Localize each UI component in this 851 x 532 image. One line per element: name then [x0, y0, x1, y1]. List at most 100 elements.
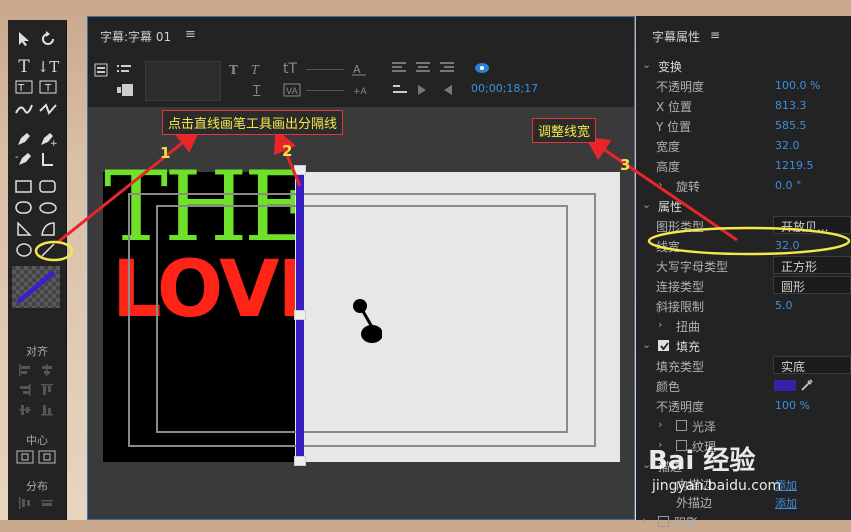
- miter-limit-value[interactable]: 5.0: [775, 299, 793, 312]
- font-family-select[interactable]: [145, 61, 221, 101]
- center-section-label: 中心: [26, 434, 48, 447]
- ellipse-tool-icon[interactable]: [13, 199, 35, 217]
- chevron-down-icon[interactable]: ⌄: [642, 58, 651, 71]
- vertical-area-type-tool-icon[interactable]: T: [37, 78, 59, 96]
- rounded-rectangle-tool-icon[interactable]: [37, 178, 59, 196]
- font-size-icon[interactable]: tT: [283, 61, 297, 77]
- svg-text:T: T: [17, 83, 25, 94]
- bold-icon[interactable]: T: [229, 63, 238, 77]
- tab-stops-icon[interactable]: [116, 63, 134, 80]
- show-background-icon[interactable]: [416, 83, 430, 100]
- tracking-icon[interactable]: +A: [351, 83, 369, 100]
- chevron-down-icon[interactable]: ⌄: [642, 198, 651, 211]
- align-top-icon[interactable]: [40, 383, 54, 397]
- align-section-label: 对齐: [26, 345, 48, 358]
- rotation-value[interactable]: 0.0 °: [775, 179, 802, 192]
- x-position-value[interactable]: 813.3: [775, 99, 807, 112]
- line-tool-icon[interactable]: [37, 241, 59, 259]
- pen-tool-icon[interactable]: [13, 130, 35, 148]
- path-type-tool-icon[interactable]: [13, 100, 35, 118]
- align-bottom-icon[interactable]: [40, 403, 54, 417]
- roll-crawl-icon[interactable]: [94, 63, 108, 80]
- leading-icon[interactable]: A: [351, 61, 367, 80]
- title-window: 字幕:字幕 01 ≡ T T T tT A VA +A 00;00;18;17: [87, 16, 635, 520]
- hamburger-menu-icon[interactable]: ≡: [185, 27, 196, 42]
- title-toolbar: T T T tT A VA +A 00;00;18;17: [88, 55, 634, 107]
- properties-menu-icon[interactable]: ≡: [710, 28, 720, 42]
- width-label: 宽度: [656, 140, 681, 154]
- paragraph-icon[interactable]: [440, 83, 454, 100]
- tab-ruler-icon[interactable]: [392, 83, 408, 100]
- style-swatch[interactable]: [12, 266, 60, 308]
- transform-section[interactable]: 变换: [658, 58, 682, 75]
- join-type-select[interactable]: 圆形: [773, 276, 851, 294]
- fill-color-swatch[interactable]: [774, 380, 796, 391]
- fill-type-label: 填充类型: [656, 360, 705, 374]
- chevron-right-icon[interactable]: ›: [658, 318, 662, 331]
- line-handle-top[interactable]: [294, 165, 306, 175]
- shadow-label: 阴影: [674, 516, 699, 530]
- add-anchor-tool-icon[interactable]: +: [37, 130, 59, 148]
- shadow-checkbox[interactable]: [658, 516, 669, 527]
- timecode-display[interactable]: 00;00;18;17: [471, 82, 538, 95]
- circle-tool-icon[interactable]: [13, 241, 35, 259]
- template-icon[interactable]: [116, 83, 134, 100]
- outer-stroke-add-link[interactable]: 添加: [775, 495, 797, 511]
- attributes-section[interactable]: 属性: [658, 198, 682, 215]
- rectangle-tool-icon[interactable]: [13, 178, 35, 196]
- distribute-center-icon[interactable]: [40, 496, 54, 510]
- eyedropper-icon[interactable]: [800, 378, 814, 395]
- selection-tool-icon[interactable]: [13, 30, 35, 48]
- chevron-right-icon[interactable]: ›: [658, 178, 662, 191]
- chevron-right-icon[interactable]: ›: [658, 418, 662, 431]
- opacity-value[interactable]: 100.0 %: [775, 79, 820, 92]
- sheen-checkbox[interactable]: [676, 420, 687, 431]
- wedge-tool-icon[interactable]: [13, 220, 35, 238]
- align-text-left-icon[interactable]: [392, 61, 406, 78]
- rounded-corner-rectangle-tool-icon[interactable]: [37, 199, 59, 217]
- type-tool-icon[interactable]: T: [13, 57, 35, 77]
- title-canvas[interactable]: THE LOVE: [88, 107, 634, 519]
- underline-icon[interactable]: T: [253, 83, 260, 97]
- fill-section[interactable]: 填充: [676, 338, 700, 355]
- line-width-value[interactable]: 32.0: [775, 239, 800, 252]
- width-value[interactable]: 32.0: [775, 139, 800, 152]
- align-center-h-icon[interactable]: [40, 363, 54, 377]
- vertical-path-type-tool-icon[interactable]: [37, 100, 59, 118]
- align-text-center-icon[interactable]: [416, 61, 430, 78]
- align-left-icon[interactable]: [18, 363, 32, 377]
- center-vertical-icon[interactable]: [38, 450, 56, 464]
- height-value[interactable]: 1219.5: [775, 159, 814, 172]
- fill-opacity-value[interactable]: 100 %: [775, 399, 810, 412]
- fill-checkbox[interactable]: [658, 340, 669, 351]
- svg-text:VA: VA: [286, 87, 299, 97]
- y-position-value[interactable]: 585.5: [775, 119, 807, 132]
- rotation-tool-icon[interactable]: [37, 30, 59, 48]
- italic-icon[interactable]: T: [251, 63, 259, 77]
- title-window-title: 字幕:字幕 01: [100, 30, 172, 44]
- distribute-left-icon[interactable]: [18, 496, 32, 510]
- align-text-right-icon[interactable]: [440, 61, 454, 78]
- view-safe-area-icon[interactable]: [473, 60, 491, 79]
- graphic-type-select[interactable]: 开放贝...: [773, 216, 851, 234]
- chevron-right-icon[interactable]: ›: [642, 514, 646, 527]
- graphic-type-label: 图形类型: [656, 220, 705, 234]
- opacity-label: 不透明度: [656, 80, 705, 94]
- align-right-icon[interactable]: [18, 383, 32, 397]
- line-handle-bottom[interactable]: [294, 456, 306, 466]
- svg-text:+: +: [50, 139, 57, 147]
- cap-type-select[interactable]: 正方形: [773, 256, 851, 274]
- arc-tool-icon[interactable]: [37, 220, 59, 238]
- line-handle-middle[interactable]: [294, 310, 306, 320]
- center-horizontal-icon[interactable]: [16, 450, 34, 464]
- align-center-v-icon[interactable]: [18, 403, 32, 417]
- anchor-point-icon[interactable]: [352, 297, 383, 350]
- kerning-icon[interactable]: VA: [283, 83, 301, 100]
- callout-adjust-width: 调整线宽: [532, 118, 597, 143]
- vertical-type-tool-icon[interactable]: ↓T: [37, 58, 60, 76]
- area-type-tool-icon[interactable]: T: [13, 78, 35, 96]
- fill-type-select[interactable]: 实底: [773, 356, 851, 374]
- delete-anchor-tool-icon[interactable]: -: [13, 150, 35, 168]
- chevron-down-icon[interactable]: ⌄: [642, 338, 651, 351]
- convert-anchor-tool-icon[interactable]: [37, 150, 59, 168]
